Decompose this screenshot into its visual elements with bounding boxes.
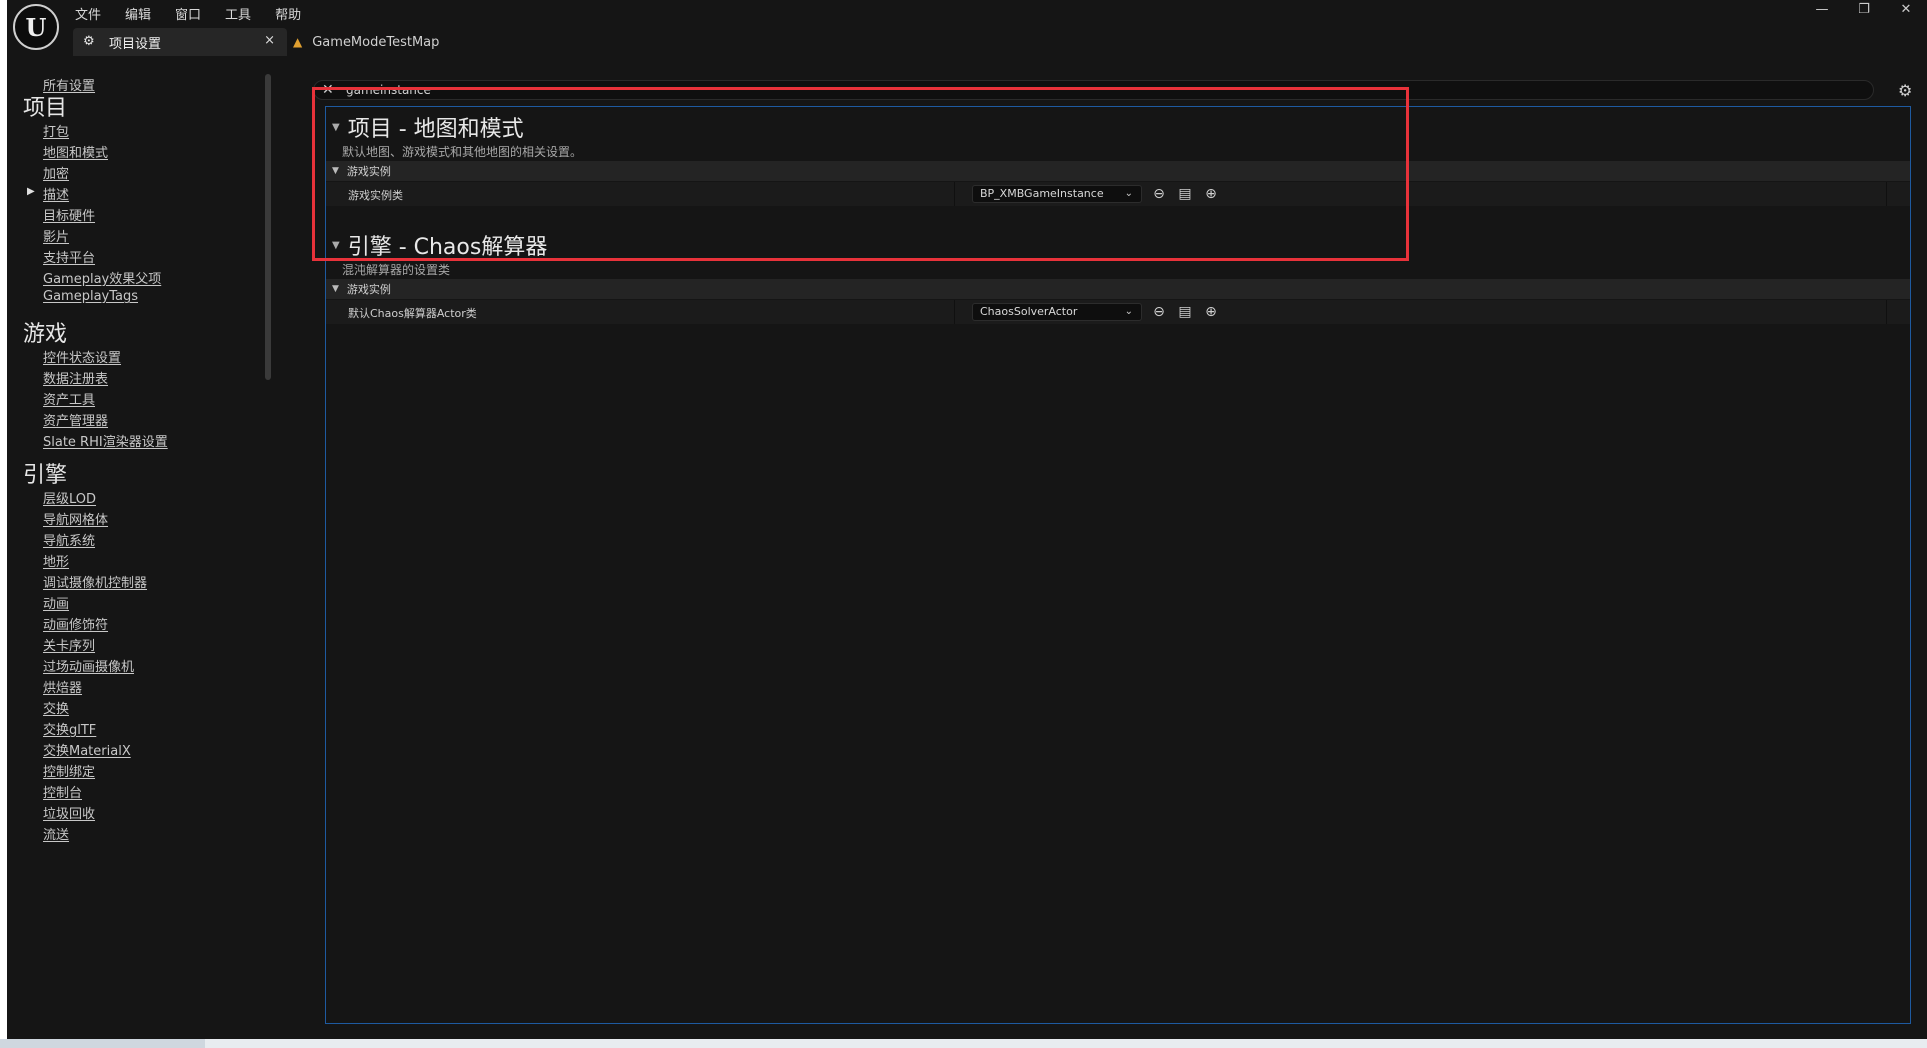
clear-search-icon[interactable]: ✕ [322, 82, 338, 98]
sidebar-item[interactable]: 过场动画摄像机 [43, 656, 134, 675]
dropdown-value: ChaosSolverActor [980, 305, 1078, 318]
sidebar-heading-engine: 引擎 [23, 463, 68, 488]
sidebar-item[interactable]: 层级LOD [43, 488, 96, 507]
sidebar-item[interactable]: 交换MaterialX [43, 740, 131, 759]
gear-icon[interactable]: ⚙ [1898, 81, 1912, 100]
sidebar-heading-project: 项目 [23, 96, 68, 121]
sidebar-item[interactable]: 交换glTF [43, 719, 96, 738]
collapse-caret-icon[interactable]: ▼ [332, 122, 340, 133]
sidebar-scrollbar[interactable] [265, 74, 271, 380]
browse-folder-icon[interactable]: ▤ [1176, 303, 1194, 321]
tab-label: 项目设置 [109, 36, 162, 52]
sidebar-item[interactable]: 导航网格体 [43, 509, 108, 528]
sidebar-heading-game: 游戏 [23, 322, 68, 347]
menu-file[interactable]: 文件 [75, 2, 113, 25]
property-row: 游戏实例类 BP_XMBGameInstance ⌄ ⊖ ▤ ⊕ [326, 182, 1910, 206]
sidebar-item[interactable]: 控制台 [43, 782, 82, 801]
minimize-button[interactable]: — [1807, 2, 1837, 17]
collapse-caret-icon[interactable]: ▼ [332, 284, 339, 294]
property-row: 默认Chaos解算器Actor类 ChaosSolverActor ⌄ ⊖ ▤ … [326, 300, 1910, 324]
unreal-logo-icon[interactable]: U [13, 4, 59, 50]
section-description: 默认地图、游戏模式和其他地图的相关设置。 [342, 145, 583, 159]
collapse-caret-icon[interactable]: ▼ [332, 240, 340, 251]
restore-button[interactable]: ❐ [1849, 2, 1879, 17]
menu-window[interactable]: 窗口 [163, 2, 213, 25]
add-new-icon[interactable]: ⊕ [1202, 185, 1220, 203]
sidebar-item[interactable]: 控件状态设置 [43, 347, 121, 366]
sidebar-item[interactable]: Gameplay效果父项 [43, 268, 161, 287]
category-row[interactable]: ▼ 游戏实例 [326, 279, 1910, 299]
sidebar-item[interactable]: 支持平台 [43, 247, 95, 266]
taskbar-segment [0, 1039, 205, 1048]
details-panel: ▼ 项目 - 地图和模式 默认地图、游戏模式和其他地图的相关设置。 ▼ 游戏实例… [325, 106, 1911, 1024]
sidebar-item[interactable]: GameplayTags [43, 289, 138, 304]
level-icon: ▲ [293, 35, 303, 49]
category-label: 游戏实例 [346, 165, 391, 178]
sidebar-item[interactable]: 加密 [43, 163, 69, 182]
settings-sidebar: 所有设置 项目 打包 地图和模式 加密 ▶ 描述 目标硬件 影片 支持平台 Ga… [7, 64, 279, 1030]
sidebar-item[interactable]: 垃圾回收 [43, 803, 95, 822]
search-input[interactable] [346, 83, 1146, 97]
sidebar-item[interactable]: 导航系统 [43, 530, 95, 549]
collapse-caret-icon[interactable]: ▼ [332, 166, 339, 176]
sidebar-item[interactable]: 数据注册表 [43, 368, 108, 387]
class-picker-dropdown[interactable]: BP_XMBGameInstance ⌄ [972, 185, 1142, 203]
chevron-down-icon: ⌄ [1124, 188, 1133, 199]
category-label: 游戏实例 [346, 283, 391, 296]
tab-label: GameModeTestMap [312, 34, 440, 50]
class-picker-dropdown[interactable]: ChaosSolverActor ⌄ [972, 303, 1142, 321]
add-new-icon[interactable]: ⊕ [1202, 303, 1220, 321]
taskbar-strip [0, 1039, 1927, 1048]
sidebar-item[interactable]: 描述 [43, 184, 69, 203]
sidebar-item[interactable]: 影片 [43, 226, 69, 245]
property-label: 默认Chaos解算器Actor类 [348, 307, 477, 320]
column-divider [1886, 182, 1887, 206]
column-divider[interactable] [954, 300, 955, 324]
settings-main-panel: ✕ ⚙ ▼ 项目 - 地图和模式 默认地图、游戏模式和其他地图的相关设置。 ▼ … [297, 70, 1927, 1036]
close-tab-icon[interactable]: × [264, 33, 275, 48]
menu-tools[interactable]: 工具 [213, 2, 263, 25]
section-title: 项目 - 地图和模式 [347, 117, 524, 142]
column-divider [1886, 300, 1887, 324]
sidebar-item[interactable]: 控制绑定 [43, 761, 95, 780]
close-window-button[interactable]: ✕ [1891, 2, 1921, 17]
section-description: 混沌解算器的设置类 [342, 263, 451, 277]
tab-gamemode-test-map[interactable]: ▲ GameModeTestMap [293, 28, 439, 56]
use-selected-icon[interactable]: ⊖ [1150, 303, 1168, 321]
use-selected-icon[interactable]: ⊖ [1150, 185, 1168, 203]
menu-edit[interactable]: 编辑 [113, 2, 163, 25]
dropdown-value: BP_XMBGameInstance [980, 187, 1104, 200]
settings-tab-icon: ⚙ [83, 34, 95, 49]
sidebar-item[interactable]: 目标硬件 [43, 205, 95, 224]
section-header[interactable]: ▼ 项目 - 地图和模式 [332, 111, 524, 143]
title-bar: U 文件 编辑 窗口 工具 帮助 ⚙ 项目设置 × ▲ GameModeTest… [7, 0, 1927, 58]
sidebar-item[interactable]: 资产管理器 [43, 410, 108, 429]
menu-help[interactable]: 帮助 [263, 2, 313, 25]
menu-bar: 文件 编辑 窗口 工具 帮助 [75, 2, 313, 25]
sidebar-item[interactable]: 打包 [43, 121, 69, 140]
category-row[interactable]: ▼ 游戏实例 [326, 161, 1910, 181]
property-label: 游戏实例类 [348, 189, 403, 202]
sidebar-item[interactable]: 动画 [43, 593, 69, 612]
section-header[interactable]: ▼ 引擎 - Chaos解算器 [332, 229, 547, 261]
sidebar-item[interactable]: 关卡序列 [43, 635, 95, 654]
expand-arrow-icon[interactable]: ▶ [27, 186, 35, 197]
sidebar-item[interactable]: 资产工具 [43, 389, 95, 408]
chevron-down-icon: ⌄ [1124, 306, 1133, 317]
sidebar-item[interactable]: 烘焙器 [43, 677, 82, 696]
tab-project-settings[interactable]: ⚙ 项目设置 × [73, 28, 287, 56]
sidebar-item[interactable]: 地图和模式 [43, 142, 108, 161]
section-title: 引擎 - Chaos解算器 [347, 235, 548, 260]
browse-folder-icon[interactable]: ▤ [1176, 185, 1194, 203]
sidebar-item[interactable]: 动画修饰符 [43, 614, 108, 633]
editor-window: U 文件 编辑 窗口 工具 帮助 ⚙ 项目设置 × ▲ GameModeTest… [7, 0, 1927, 1039]
sidebar-item[interactable]: 交换 [43, 698, 69, 717]
column-divider[interactable] [954, 182, 955, 206]
search-bar: ✕ [313, 80, 1874, 100]
sidebar-item[interactable]: 调试摄像机控制器 [43, 572, 147, 591]
sidebar-item[interactable]: Slate RHI渲染器设置 [43, 431, 168, 450]
sidebar-item[interactable]: 流送 [43, 824, 69, 843]
sidebar-item[interactable]: 地形 [43, 551, 69, 570]
